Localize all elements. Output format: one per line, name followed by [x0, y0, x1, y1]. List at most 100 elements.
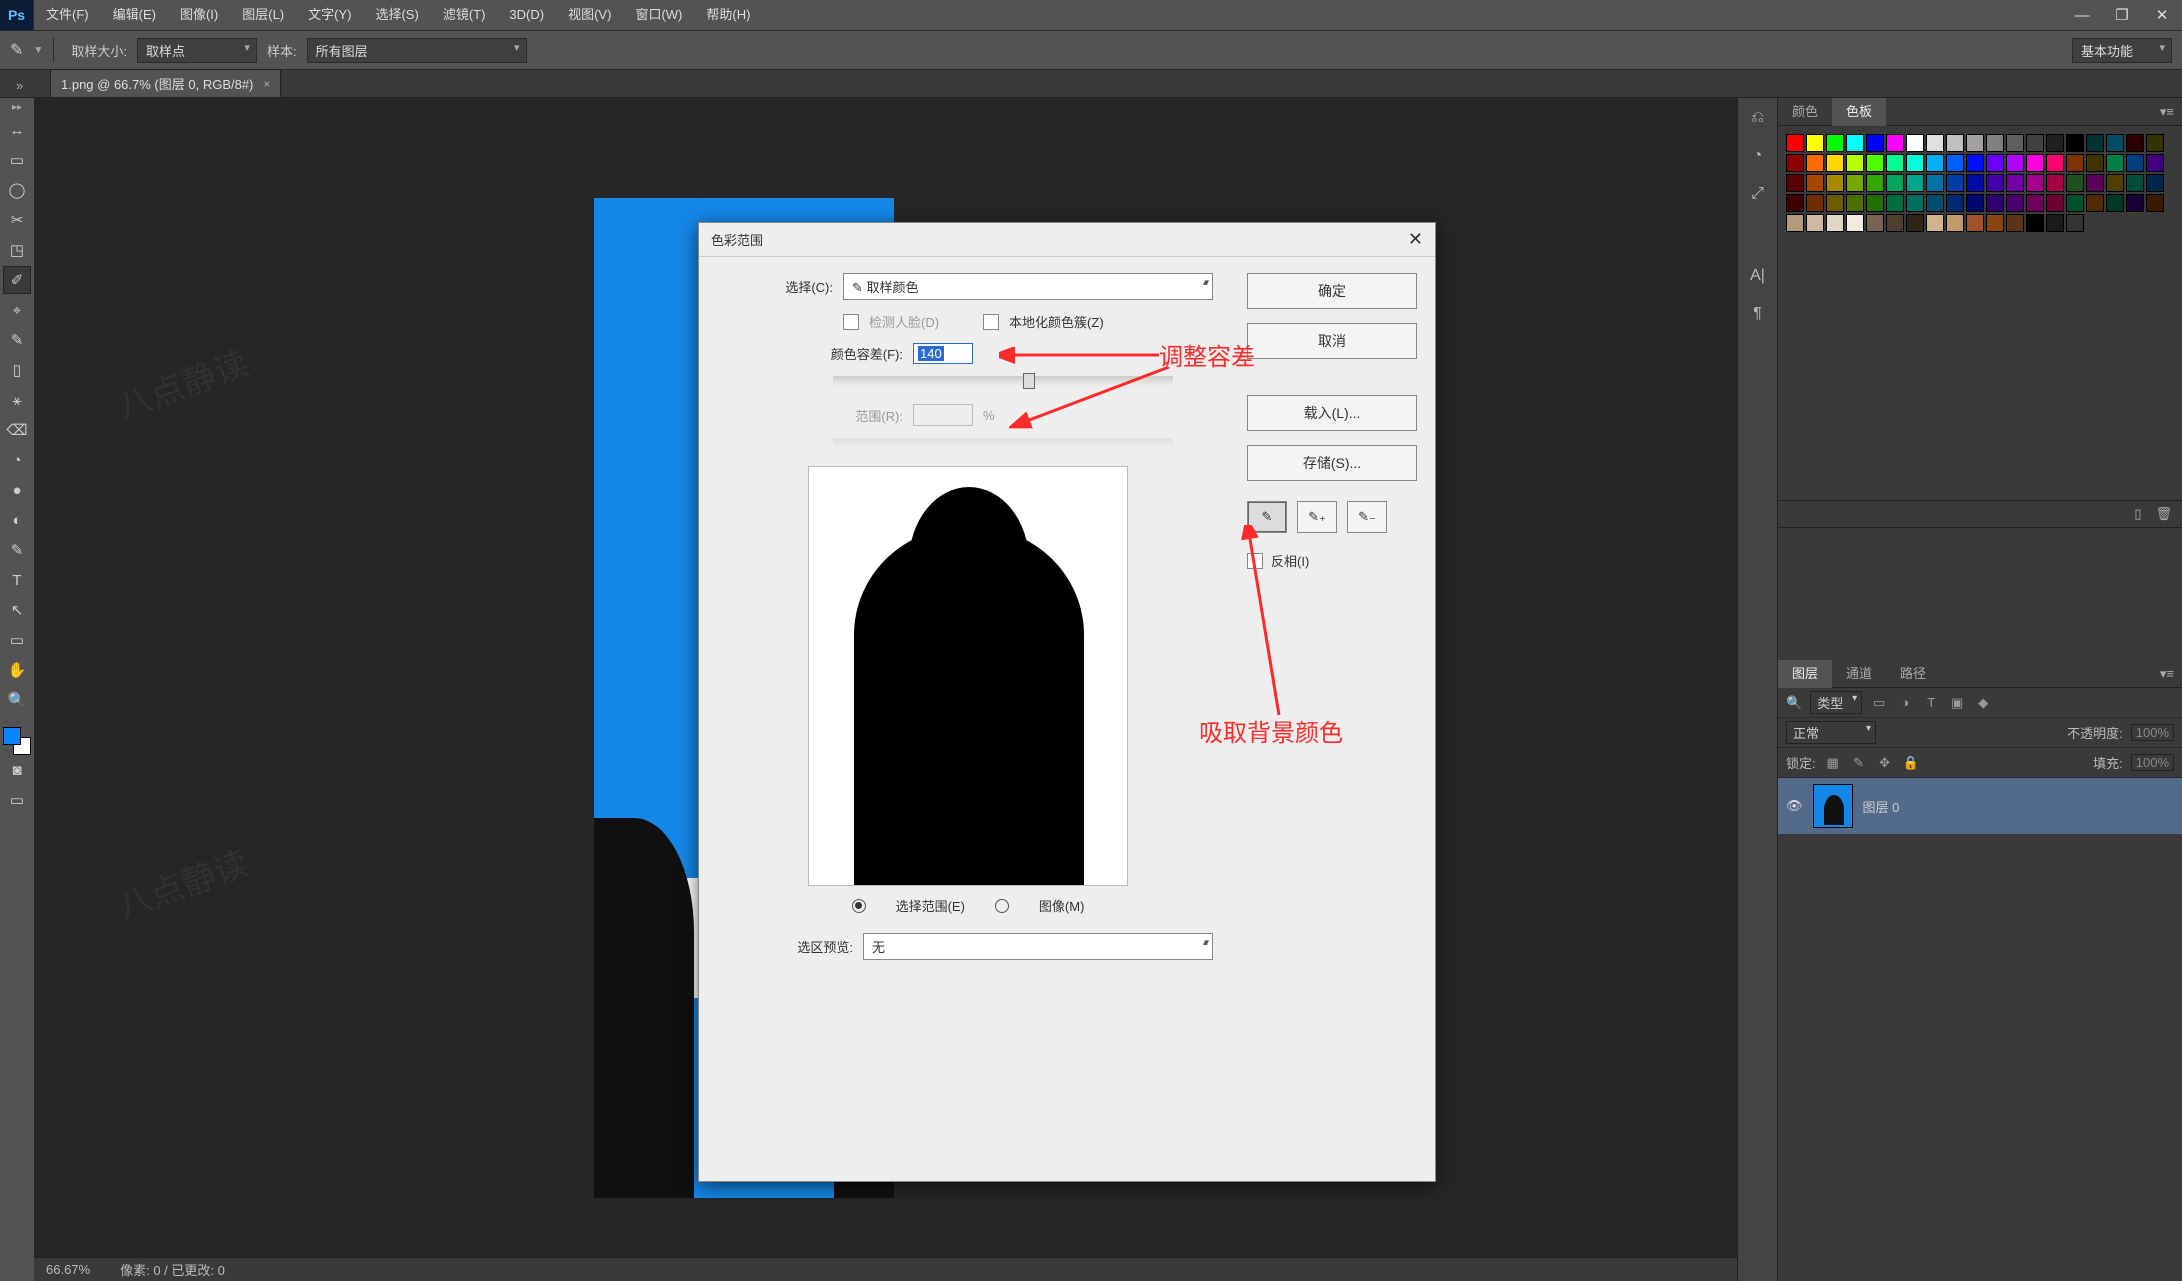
swatch[interactable]	[2066, 154, 2084, 172]
menu-image[interactable]: 图像(I)	[168, 0, 230, 30]
paragraph-panel-icon[interactable]: ¶	[1746, 302, 1770, 326]
swatch[interactable]	[1826, 154, 1844, 172]
swatch[interactable]	[2046, 214, 2064, 232]
eyedropper-add-button[interactable]: ✎₊	[1297, 501, 1337, 533]
filter-adjust-icon[interactable]: ◑	[1896, 695, 1914, 710]
swatch[interactable]	[1986, 194, 2004, 212]
swatch[interactable]	[2046, 134, 2064, 152]
swatch[interactable]	[1866, 134, 1884, 152]
swatch[interactable]	[1986, 214, 2004, 232]
eyedropper-subtract-button[interactable]: ✎₋	[1347, 501, 1387, 533]
filter-type-icon[interactable]: T	[1922, 695, 1940, 710]
swatch[interactable]	[1806, 194, 1824, 212]
swatch[interactable]	[1986, 174, 2004, 192]
swatch[interactable]	[2106, 154, 2124, 172]
swatch[interactable]	[1866, 194, 1884, 212]
tab-strip-chevrons-icon[interactable]: »	[16, 78, 23, 93]
layer-thumbnail[interactable]	[1813, 784, 1853, 828]
swatch[interactable]	[1886, 214, 1904, 232]
lock-pixels-icon[interactable]: ✎	[1850, 755, 1868, 771]
window-maximize-button[interactable]: ❐	[2102, 0, 2142, 30]
swatch[interactable]	[2066, 194, 2084, 212]
swatch[interactable]	[1906, 194, 1924, 212]
swatch[interactable]	[1926, 194, 1944, 212]
swatch[interactable]	[1966, 194, 1984, 212]
window-close-button[interactable]: ✕	[2142, 0, 2182, 30]
trash-icon[interactable]: 🗑	[2155, 506, 2172, 522]
swatch[interactable]	[1866, 214, 1884, 232]
swatch[interactable]	[2006, 134, 2024, 152]
marquee-tool[interactable]: ▭	[3, 146, 31, 174]
eraser-tool[interactable]: ⌫	[3, 416, 31, 444]
swatch[interactable]	[1846, 134, 1864, 152]
hand-tool[interactable]: ✋	[3, 656, 31, 684]
swatch[interactable]	[1786, 154, 1804, 172]
lock-transparency-icon[interactable]: ▦	[1824, 755, 1842, 771]
layers-panel-menu-icon[interactable]: ▾≡	[2152, 666, 2182, 682]
menu-file[interactable]: 文件(F)	[34, 0, 101, 30]
filter-shape-icon[interactable]: ▣	[1948, 695, 1966, 711]
swatch[interactable]	[1946, 134, 1964, 152]
properties-panel-icon[interactable]: ◔	[1746, 144, 1770, 168]
swatch[interactable]	[1846, 194, 1864, 212]
swatch[interactable]	[2146, 174, 2164, 192]
shape-tool[interactable]: ▭	[3, 626, 31, 654]
swatch[interactable]	[1946, 194, 1964, 212]
swatch[interactable]	[2126, 134, 2144, 152]
swatch[interactable]	[1926, 214, 1944, 232]
character-panel-icon[interactable]: A|	[1746, 264, 1770, 288]
menu-select[interactable]: 选择(S)	[363, 0, 430, 30]
swatch[interactable]	[2066, 214, 2084, 232]
swatch[interactable]	[1966, 154, 1984, 172]
chevron-down-icon[interactable]: ▼	[33, 45, 43, 56]
swatch[interactable]	[2006, 214, 2024, 232]
new-doc-icon[interactable]: ▯	[2134, 506, 2141, 522]
swatch[interactable]	[1946, 214, 1964, 232]
eyedropper-tool[interactable]: ✐	[3, 266, 31, 294]
swatch[interactable]	[1806, 214, 1824, 232]
ok-button[interactable]: 确定	[1247, 273, 1417, 309]
select-dropdown[interactable]: ✎ 取样颜色	[843, 273, 1213, 300]
swatch[interactable]	[1886, 174, 1904, 192]
path-select-tool[interactable]: ↖	[3, 596, 31, 624]
swatch[interactable]	[2066, 134, 2084, 152]
dodge-tool[interactable]: ◐	[3, 506, 31, 534]
swatch[interactable]	[1846, 174, 1864, 192]
workspace-dropdown[interactable]: 基本功能	[2072, 38, 2172, 63]
eyedropper-sample-button[interactable]: ✎	[1247, 501, 1287, 533]
swatch[interactable]	[1866, 174, 1884, 192]
swatch[interactable]	[1886, 134, 1904, 152]
tab-channels[interactable]: 通道	[1832, 660, 1886, 688]
menu-layer[interactable]: 图层(L)	[230, 0, 296, 30]
lasso-tool[interactable]: ◯	[3, 176, 31, 204]
tab-color[interactable]: 颜色	[1778, 98, 1832, 126]
radio-selection[interactable]	[852, 899, 866, 913]
swatch[interactable]	[1906, 214, 1924, 232]
document-tab-close-icon[interactable]: ×	[263, 77, 270, 91]
swatch[interactable]	[1946, 174, 1964, 192]
filter-search-icon[interactable]: 🔍	[1786, 695, 1802, 711]
history-panel-icon[interactable]: ⎌	[1746, 106, 1770, 130]
menu-edit[interactable]: 编辑(E)	[101, 0, 168, 30]
swatch[interactable]	[1826, 134, 1844, 152]
swatch[interactable]	[1846, 154, 1864, 172]
blend-mode-dropdown[interactable]: 正常	[1786, 721, 1876, 744]
window-minimize-button[interactable]: —	[2062, 0, 2102, 30]
swatch[interactable]	[1806, 154, 1824, 172]
swatch[interactable]	[1966, 134, 1984, 152]
swatch[interactable]	[1986, 154, 2004, 172]
swatch[interactable]	[2026, 134, 2044, 152]
sample-size-dropdown[interactable]: 取样点	[137, 38, 257, 63]
filter-pixel-icon[interactable]: ▭	[1870, 695, 1888, 711]
swatch[interactable]	[2006, 174, 2024, 192]
swatch[interactable]	[1906, 154, 1924, 172]
tab-paths[interactable]: 路径	[1886, 660, 1940, 688]
swatch[interactable]	[1866, 154, 1884, 172]
swatch[interactable]	[1826, 194, 1844, 212]
dialog-title-bar[interactable]: 色彩范围 ✕	[699, 223, 1435, 257]
swatch[interactable]	[2126, 194, 2144, 212]
layer-visibility-icon[interactable]: 👁	[1786, 798, 1803, 814]
swatch[interactable]	[2046, 194, 2064, 212]
menu-type[interactable]: 文字(Y)	[296, 0, 363, 30]
menu-view[interactable]: 视图(V)	[556, 0, 623, 30]
